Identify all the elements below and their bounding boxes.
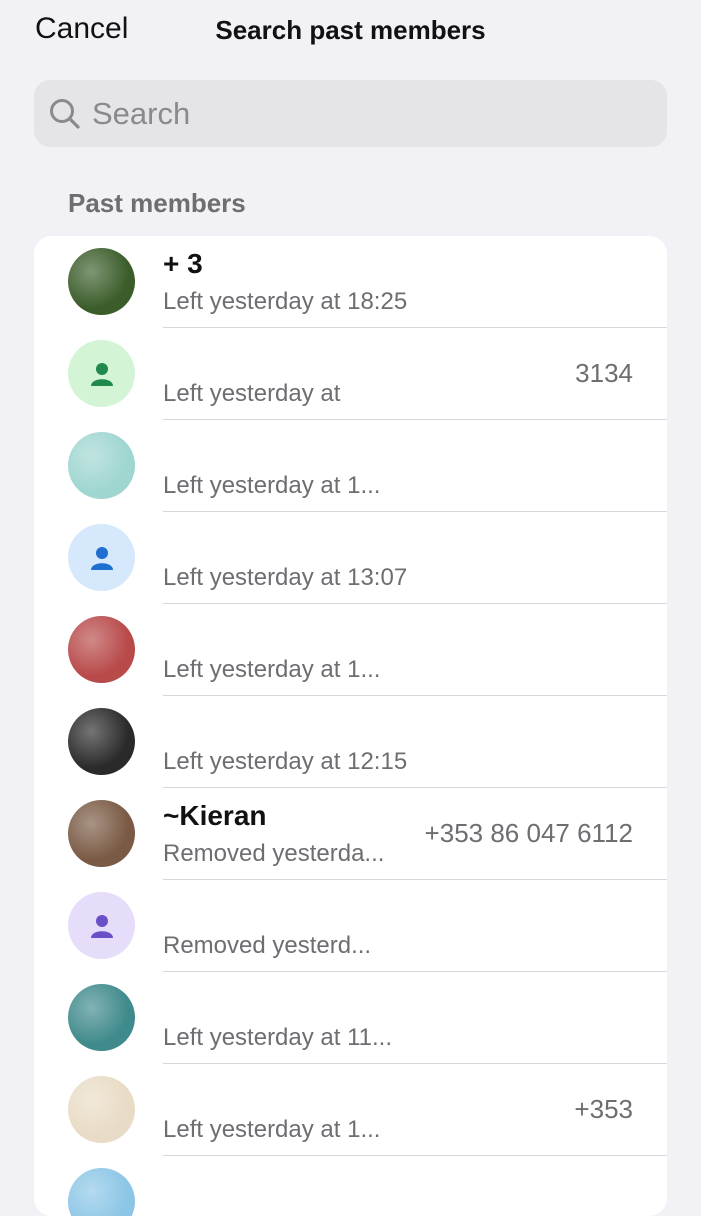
member-row[interactable] [34, 1156, 667, 1216]
search-input[interactable] [92, 88, 652, 139]
search-bar[interactable] [34, 80, 667, 147]
member-phone: +353 86 047 6112 [424, 818, 633, 848]
member-row[interactable]: Left yesterday at 1... [34, 420, 667, 512]
photo-avatar [68, 1076, 135, 1143]
photo-avatar [68, 432, 135, 499]
member-row[interactable]: Removed yesterd... [34, 880, 667, 972]
section-header: Past members [68, 188, 246, 218]
person-icon [90, 546, 113, 570]
photo-avatar [68, 248, 135, 315]
member-row[interactable]: + 3 Left yesterday at 18:25 [34, 236, 667, 328]
member-status: Removed yesterda... [163, 840, 385, 867]
member-status: Left yesterday at 12:15 [163, 748, 408, 775]
default-avatar [68, 892, 135, 959]
member-name: ~Kieran [163, 800, 267, 831]
member-status: Left yesterday at [163, 380, 341, 407]
member-phone: +353 [574, 1094, 633, 1124]
default-avatar [68, 340, 135, 407]
member-status: Left yesterday at 13:07 [163, 564, 408, 591]
member-row[interactable]: Left yesterday at 3134 [34, 328, 667, 420]
member-row[interactable]: Left yesterday at 13:07 [34, 512, 667, 604]
member-row[interactable]: Left yesterday at 1... +353 [34, 1064, 667, 1156]
member-row[interactable]: ~Kieran Removed yesterda... +353 86 047 61… [34, 788, 667, 880]
member-status: Left yesterday at 1... [163, 1116, 381, 1143]
member-status: Left yesterday at 11... [163, 1024, 393, 1051]
page-title: Search past members [215, 15, 486, 45]
member-status: Left yesterday at 1... [163, 656, 381, 683]
member-row[interactable]: Left yesterday at 12:15 [34, 696, 667, 788]
member-status: Left yesterday at 18:25 [163, 288, 408, 315]
member-row[interactable]: Left yesterday at 11... [34, 972, 667, 1064]
search-icon [50, 98, 80, 129]
member-row[interactable]: Left yesterday at 1... [34, 604, 667, 696]
photo-avatar [68, 708, 135, 775]
photo-avatar [68, 616, 135, 683]
person-icon [90, 362, 113, 386]
member-status: Removed yesterd... [163, 932, 372, 959]
member-phone: 3134 [575, 358, 633, 388]
photo-avatar [68, 800, 135, 867]
navigation-bar: Cancel Search past members [0, 0, 701, 62]
default-avatar [68, 524, 135, 591]
photo-avatar [68, 984, 135, 1051]
member-status: Left yesterday at 1... [163, 472, 381, 499]
member-name: + 3 [163, 248, 203, 279]
past-members-list: + 3 Left yesterday at 18:25 Left yesterday… [34, 236, 667, 1216]
photo-avatar [68, 1168, 135, 1216]
person-icon [90, 914, 113, 938]
